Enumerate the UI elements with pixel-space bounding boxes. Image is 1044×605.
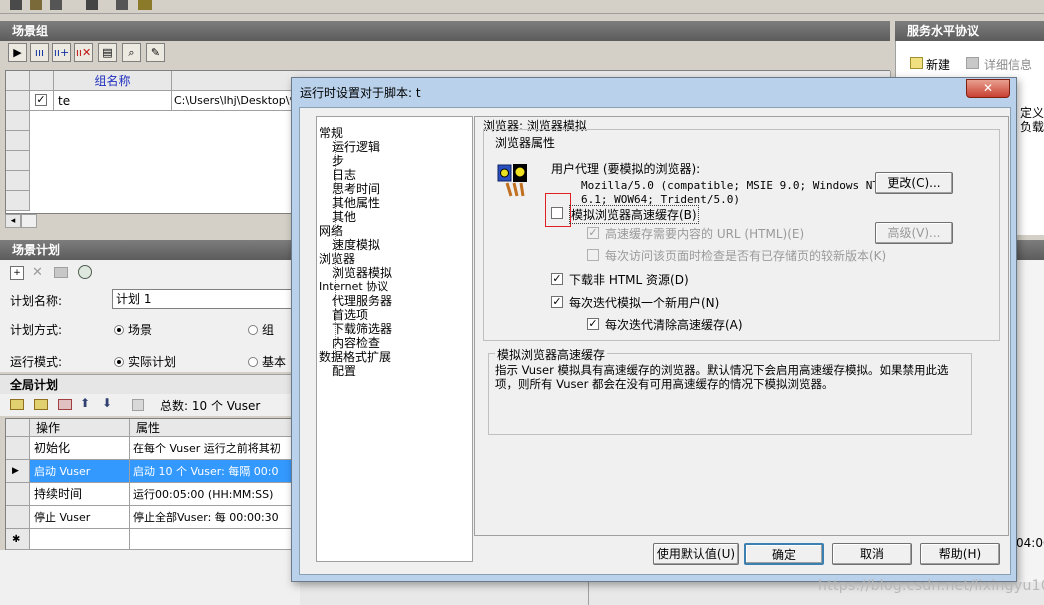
settings-content: 浏览器: 浏览器模拟 浏览器属性 用户代理 (要模拟的浏览器): Mozilla… [474, 116, 1009, 536]
description-text: 指示 Vuser 模拟具有高速缓存的浏览器。默认情况下会启用高速缓存模拟。如果禁… [495, 363, 949, 391]
global-plan-grid: 操作 属性 初始化 在每个 Vuser 运行之前将其初 ▶ 启动 Vuser 启… [5, 418, 301, 550]
table-row[interactable]: 在每个 Vuser 运行之前将其初 [130, 437, 301, 460]
details-icon[interactable]: ▤ [98, 43, 117, 62]
simulate-cache-label[interactable]: 模拟浏览器高速缓存(B) [569, 205, 699, 224]
rename-plan-icon [54, 267, 68, 278]
advanced-button[interactable]: 高级(V)... [875, 222, 953, 244]
add-vusers-icon[interactable]: ıı+ [52, 43, 71, 62]
run-mode-real-radio[interactable]: 实际计划 [114, 353, 176, 370]
table-row[interactable]: 停止 Vuser [30, 506, 130, 529]
browser-properties-label: 浏览器属性 [493, 134, 558, 151]
dialog-close-button[interactable]: ✕ [966, 79, 1010, 98]
watermark-text: https://blog.csdn.net/lixingyu10 [818, 578, 1044, 594]
delete-action-icon[interactable] [58, 399, 72, 410]
new-user-label[interactable]: 每次迭代模拟一个新用户(N) [569, 294, 719, 311]
view-script-icon[interactable]: ⌕ [122, 43, 141, 62]
help-button[interactable]: 帮助(H) [920, 543, 1000, 565]
ok-button[interactable]: 确定 [744, 543, 824, 565]
check-newer-label: 每次访问该页面时检查是否有已存储页的较新版本(K) [605, 249, 887, 263]
cache-url-checkbox[interactable]: ✓ [587, 227, 599, 239]
run-icon[interactable]: ▶ [8, 43, 27, 62]
dialog-client: 常规 运行逻辑 步 日志 思考时间 其他属性 其他 网络 速度模拟 浏览器 浏览… [299, 107, 1011, 575]
sla-side-text: 负载 [1020, 120, 1044, 134]
plan-name-field[interactable]: 计划 1 [112, 289, 300, 309]
check-newer-checkbox[interactable] [587, 249, 599, 261]
scenario-groups-title: 场景组 [0, 21, 890, 41]
vusers-icon[interactable]: ııı [30, 43, 49, 62]
plan-mode-group-radio[interactable]: 组 [248, 321, 274, 338]
settings-tree: 常规 运行逻辑 步 日志 思考时间 其他属性 其他 网络 速度模拟 浏览器 浏览… [316, 116, 473, 562]
add-action-icon[interactable] [10, 399, 24, 410]
clear-cache-label[interactable]: 每次迭代清除高速缓存(A) [605, 316, 743, 333]
group-enabled-checkbox[interactable]: ✓ [30, 91, 54, 111]
toolbar-icon[interactable] [10, 0, 22, 10]
global-plan-toolbar: ⬆ ⬇ 总数: 10 个 Vuser [0, 394, 300, 416]
description-title: 模拟浏览器高速缓存 [495, 346, 608, 363]
sla-new-icon[interactable] [910, 57, 923, 69]
scenario-plan-panel: + ✕ 计划名称: 计划 1 计划方式: 场景 组 运行模式: 实际计划 基本 [0, 260, 300, 372]
simulate-cache-checkbox[interactable] [551, 207, 563, 219]
delete-plan-icon: ✕ [32, 265, 43, 280]
table-row[interactable]: 运行00:05:00 (HH:MM:SS) [130, 483, 301, 506]
toolbar-icon[interactable] [30, 0, 42, 10]
tree-node-configuration[interactable]: 配置 [332, 362, 356, 379]
user-agent-label: 用户代理 (要模拟的浏览器): [551, 162, 701, 176]
clear-cache-checkbox[interactable]: ✓ [587, 318, 599, 330]
edit-action-icon[interactable] [34, 399, 48, 410]
edit-script-icon[interactable]: ✎ [146, 43, 165, 62]
use-defaults-button[interactable]: 使用默认值(U) [653, 543, 739, 565]
sla-new-button[interactable]: 新建 [926, 56, 950, 73]
schedule-clock-icon[interactable] [78, 265, 92, 279]
toolbar-icon[interactable] [86, 0, 98, 10]
remove-vusers-icon[interactable]: ıı✕ [74, 43, 93, 62]
group-name-cell[interactable]: te [54, 91, 172, 111]
scenario-groups-toolbar: ▶ ııı ıı+ ıı✕ ▤ ⌕ ✎ [0, 41, 890, 65]
new-plan-icon[interactable]: + [10, 266, 24, 280]
scenario-plan-title: 场景计划 [0, 240, 300, 260]
plan-mode-scenario-radio[interactable]: 场景 [114, 321, 152, 338]
runtime-settings-dialog: 运行时设置对于脚本: t ✕ 常规 运行逻辑 步 日志 思考时间 其他属性 其他… [291, 77, 1017, 582]
download-non-html-label[interactable]: 下载非 HTML 资源(D) [569, 271, 689, 288]
col-header-props[interactable]: 属性 [130, 419, 301, 437]
plan-mode-label: 计划方式: [10, 323, 63, 337]
table-row[interactable]: 停止全部Vuser: 每 00:00:30 [130, 506, 301, 529]
side-time-label: 04:00 [1016, 536, 1044, 550]
sla-title: 服务水平协议 [895, 21, 1044, 41]
dialog-title: 运行时设置对于脚本: t [300, 86, 421, 100]
grid-scroll-thumb[interactable] [21, 214, 37, 228]
row-selector-arrow: ▶ [6, 460, 30, 483]
col-header-action[interactable]: 操作 [30, 419, 130, 437]
table-row[interactable]: 初始化 [30, 437, 130, 460]
global-plan-title: 全局计划 [0, 374, 300, 394]
sla-details-icon [966, 57, 979, 69]
new-user-checkbox[interactable]: ✓ [551, 296, 563, 308]
run-mode-label: 运行模式: [10, 355, 63, 369]
sla-details-button[interactable]: 详细信息 [984, 56, 1032, 73]
cancel-button[interactable]: 取消 [832, 543, 912, 565]
copy-icon [132, 399, 144, 411]
run-mode-basic-radio[interactable]: 基本 [248, 353, 286, 370]
table-row-selected[interactable]: 启动 10 个 Vuser: 每隔 00:0 [130, 460, 301, 483]
table-row[interactable]: 持续时间 [30, 483, 130, 506]
col-header-group-name[interactable]: 组名称 [54, 71, 172, 91]
user-agent-line1: Mozilla/5.0 (compatible; MSIE 9.0; Windo… [581, 179, 880, 192]
move-up-icon[interactable]: ⬆ [80, 396, 90, 410]
toolbar-icon[interactable] [116, 0, 128, 10]
browser-emulation-icon [497, 163, 529, 197]
move-down-icon[interactable]: ⬇ [102, 396, 112, 410]
cache-url-label: 高速缓存需要内容的 URL (HTML)(E) [605, 227, 805, 241]
new-row-marker: ✱ [6, 529, 30, 550]
toolbar-icon[interactable] [138, 0, 152, 10]
download-non-html-checkbox[interactable]: ✓ [551, 273, 563, 285]
change-user-agent-button[interactable]: 更改(C)... [875, 172, 953, 194]
toolbar-icon[interactable] [50, 0, 62, 10]
table-row-selected[interactable]: 启动 Vuser [30, 460, 130, 483]
plan-name-label: 计划名称: [10, 294, 63, 308]
main-toolbar [0, 0, 1044, 14]
total-vusers: 总数: 10 个 Vuser [160, 399, 261, 413]
grid-scroll-arrow[interactable]: ◂ [5, 214, 21, 228]
